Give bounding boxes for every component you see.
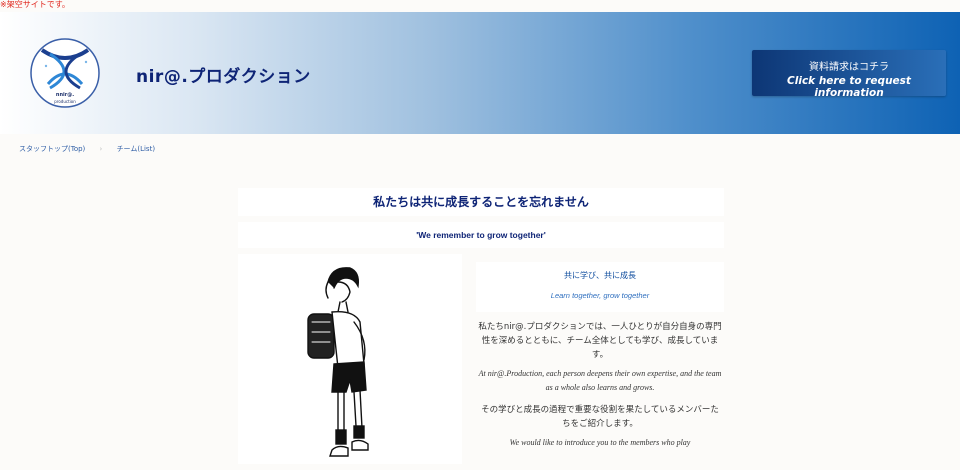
brand-logo[interactable]: nnir@. production xyxy=(28,36,102,110)
intro-card-title-jp: 共に学び、共に成長 xyxy=(564,271,636,280)
breadcrumb-separator: › xyxy=(99,145,103,153)
request-info-button[interactable]: 資料請求はコチラ Click here to request informati… xyxy=(752,50,946,99)
illustration-card xyxy=(238,254,462,464)
logo-text: nnir@. xyxy=(56,92,74,98)
intro-card: 共に学び、共に成長 Learn together, grow together … xyxy=(476,262,724,462)
request-info-label-jp: 資料請求はコチラ xyxy=(809,62,889,73)
intro-card-body: 私たちnir@.プロダクションでは、一人ひとりが自分自身の専門性を深めるとともに… xyxy=(476,312,724,450)
breadcrumb-item-list[interactable]: チーム(List) xyxy=(117,144,156,154)
intro-paragraph-en-1: At nir@.Production, each person deepens … xyxy=(478,369,722,392)
request-info-label-en: Click here to request information xyxy=(787,75,911,99)
intro-paragraph-en-2: We would like to introduce you to the me… xyxy=(509,438,691,447)
intro-card-header: 共に学び、共に成長 Learn together, grow together xyxy=(476,262,724,312)
page-subheading: 'We remember to grow together' xyxy=(416,230,546,240)
site-header: nnir@. production nir@.プロダクション 資料請求はコチラ … xyxy=(0,12,960,134)
intro-card-title-en: Learn together, grow together xyxy=(550,291,650,300)
logo-emblem-icon: nnir@. production xyxy=(30,38,100,108)
page-heading: 私たちは共に成長することを忘れません xyxy=(373,195,589,209)
intro-paragraph-jp-1: 私たちnir@.プロダクションでは、一人ひとりが自分自身の専門性を深めるとともに… xyxy=(478,322,722,360)
page-subheading-box: 'We remember to grow together' xyxy=(238,222,724,248)
standing-person-illustration xyxy=(307,267,369,457)
logo-subtext: production xyxy=(54,99,76,104)
fictional-site-notice: ※架空サイトです。 xyxy=(0,0,70,9)
breadcrumb: スタッフトップ(Top) › チーム(List) xyxy=(19,144,155,154)
site-title[interactable]: nir@.プロダクション xyxy=(136,62,311,87)
breadcrumb-item-top[interactable]: スタッフトップ(Top) xyxy=(19,144,85,154)
intro-paragraph-jp-2: その学びと成長の過程で重要な役割を果たしているメンバーたちをご紹介します。 xyxy=(481,405,719,429)
page-heading-box: 私たちは共に成長することを忘れません xyxy=(238,188,724,216)
